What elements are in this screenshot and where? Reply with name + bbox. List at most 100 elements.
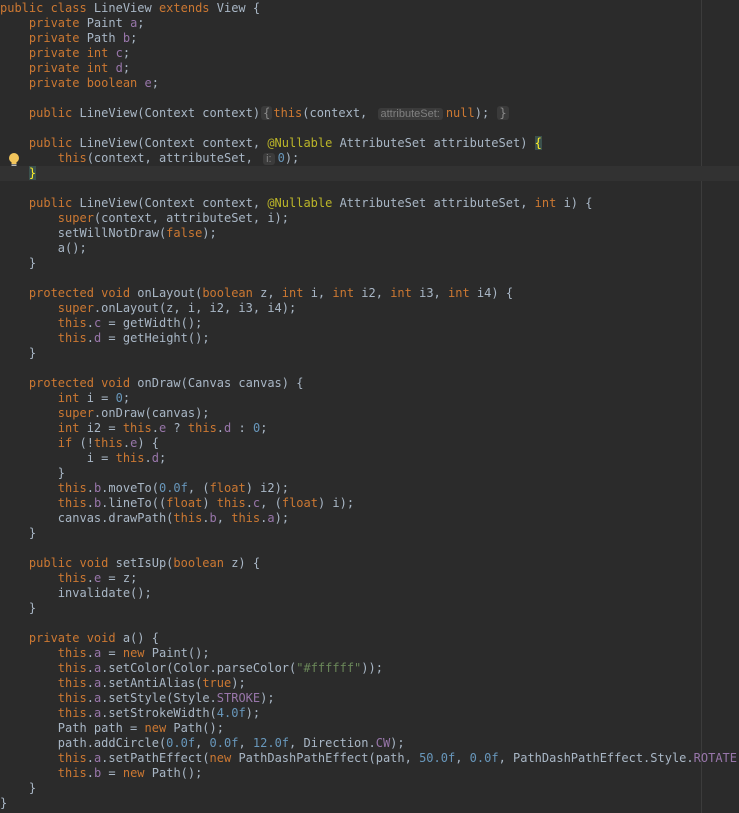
code-token: i = (0, 451, 116, 465)
code-line[interactable]: this.a.setPathEffect(new PathDashPathEff… (0, 751, 739, 766)
code-line[interactable]: super(context, attributeSet, i); (0, 211, 739, 226)
code-line[interactable]: private int c; (0, 46, 739, 61)
keyword-token: this (57, 706, 87, 720)
code-editor[interactable]: public class LineView extends View { pri… (0, 0, 739, 813)
code-line[interactable]: } (0, 256, 739, 271)
code-line[interactable] (0, 271, 739, 286)
code-line[interactable] (0, 121, 739, 136)
code-token: z, (260, 286, 282, 300)
keyword-token: private (28, 31, 87, 45)
code-token: ); (474, 106, 497, 120)
code-token: , (195, 736, 210, 750)
code-line[interactable] (0, 181, 739, 196)
code-line[interactable]: protected void onLayout(boolean z, int i… (0, 286, 739, 301)
folded-code-marker[interactable]: { (261, 106, 273, 120)
code-line[interactable]: } (0, 601, 739, 616)
code-line[interactable]: this.d = getHeight(); (0, 331, 739, 346)
code-line[interactable]: int i2 = this.e ? this.d : 0; (0, 421, 739, 436)
code-line[interactable]: this.b.moveTo(0.0f, (float) i2); (0, 481, 739, 496)
code-line[interactable]: if (!this.e) { (0, 436, 739, 451)
code-token: a(); (57, 241, 87, 255)
code-line[interactable]: Path path = new Path(); (0, 721, 739, 736)
code-line[interactable]: } (0, 796, 739, 811)
code-line[interactable]: int i = 0; (0, 391, 739, 406)
code-line[interactable]: this.b = new Path(); (0, 766, 739, 781)
code-line[interactable]: protected void onDraw(Canvas canvas) { (0, 376, 739, 391)
code-line[interactable] (0, 616, 739, 631)
folded-code-marker[interactable]: } (497, 106, 509, 120)
keyword-token: super (57, 211, 94, 225)
code-line[interactable]: this.a.setAntiAlias(true); (0, 676, 739, 691)
keyword-token: private int (28, 61, 116, 75)
code-line[interactable]: a(); (0, 241, 739, 256)
code-line[interactable] (0, 541, 739, 556)
code-token: ); (390, 736, 405, 750)
code-line[interactable]: path.addCircle(0.0f, 0.0f, 12.0f, Direct… (0, 736, 739, 751)
code-line[interactable]: private void a() { (0, 631, 739, 646)
code-token: ; (122, 61, 131, 75)
code-line[interactable]: } (0, 346, 739, 361)
field-token: a (267, 511, 275, 525)
code-line[interactable] (0, 91, 739, 106)
code-line[interactable]: private Paint a; (0, 16, 739, 31)
code-line[interactable]: public class LineView extends View { (0, 1, 739, 16)
current-code-line[interactable]: } (0, 166, 739, 181)
code-line[interactable] (0, 361, 739, 376)
code-token: , (238, 736, 253, 750)
number-token: 4.0f (216, 706, 246, 720)
keyword-token: float (281, 496, 318, 510)
code-line[interactable]: this.a = new Paint(); (0, 646, 739, 661)
code-line[interactable]: private Path b; (0, 31, 739, 46)
keyword-token: false (166, 226, 203, 240)
code-line[interactable]: public LineView(Context context){this(co… (0, 106, 739, 121)
code-line[interactable]: } (0, 466, 739, 481)
code-line[interactable]: this.b.lineTo((float) this.c, (float) i)… (0, 496, 739, 511)
code-line[interactable]: super.onLayout(z, i, i2, i3, i4); (0, 301, 739, 316)
code-line[interactable]: } (0, 781, 739, 796)
code-line[interactable]: this.e = z; (0, 571, 739, 586)
code-token: (context, attributeSet, i); (93, 211, 289, 225)
keyword-token: public (28, 106, 80, 120)
code-token: ; (158, 451, 167, 465)
parameter-hint: attributeSet: (377, 108, 443, 120)
code-line[interactable]: this.a.setColor(Color.parseColor("#fffff… (0, 661, 739, 676)
keyword-token: this (122, 421, 152, 435)
code-token: . (86, 691, 94, 705)
code-line[interactable]: this(context, attributeSet, i: 0); (0, 151, 739, 166)
code-line[interactable]: invalidate(); (0, 586, 739, 601)
keyword-token: null (445, 106, 475, 120)
keyword-token: this (115, 451, 145, 465)
code-line[interactable]: this.a.setStyle(Style.STROKE); (0, 691, 739, 706)
code-token: = getHeight(); (101, 331, 210, 345)
code-token: LineView(Context context, (79, 196, 268, 210)
code-token: , ( (260, 496, 282, 510)
lightbulb-icon[interactable] (7, 152, 21, 168)
code-token: = (101, 646, 123, 660)
code-line[interactable]: private int d; (0, 61, 739, 76)
code-line[interactable]: private boolean e; (0, 76, 739, 91)
code-line[interactable]: this.a.setStrokeWidth(4.0f); (0, 706, 739, 721)
code-line[interactable]: super.onDraw(canvas); (0, 406, 739, 421)
code-line[interactable]: this.c = getWidth(); (0, 316, 739, 331)
matched-brace: { (534, 136, 542, 150)
code-line[interactable]: i = this.d; (0, 451, 739, 466)
code-token: LineView (93, 1, 159, 15)
string-token: "#ffffff" (296, 661, 362, 675)
code-line[interactable]: setWillNotDraw(false); (0, 226, 739, 241)
code-token: } (0, 526, 37, 540)
code-line[interactable]: public void setIsUp(boolean z) { (0, 556, 739, 571)
code-line[interactable]: public LineView(Context context, @Nullab… (0, 136, 739, 151)
code-token: onDraw(Canvas canvas) { (137, 376, 304, 390)
code-line[interactable]: public LineView(Context context, @Nullab… (0, 196, 739, 211)
keyword-token: float (209, 481, 246, 495)
code-line[interactable]: canvas.drawPath(this.b, this.a); (0, 511, 739, 526)
code-token: ) (202, 496, 217, 510)
code-line[interactable]: } (0, 526, 739, 541)
